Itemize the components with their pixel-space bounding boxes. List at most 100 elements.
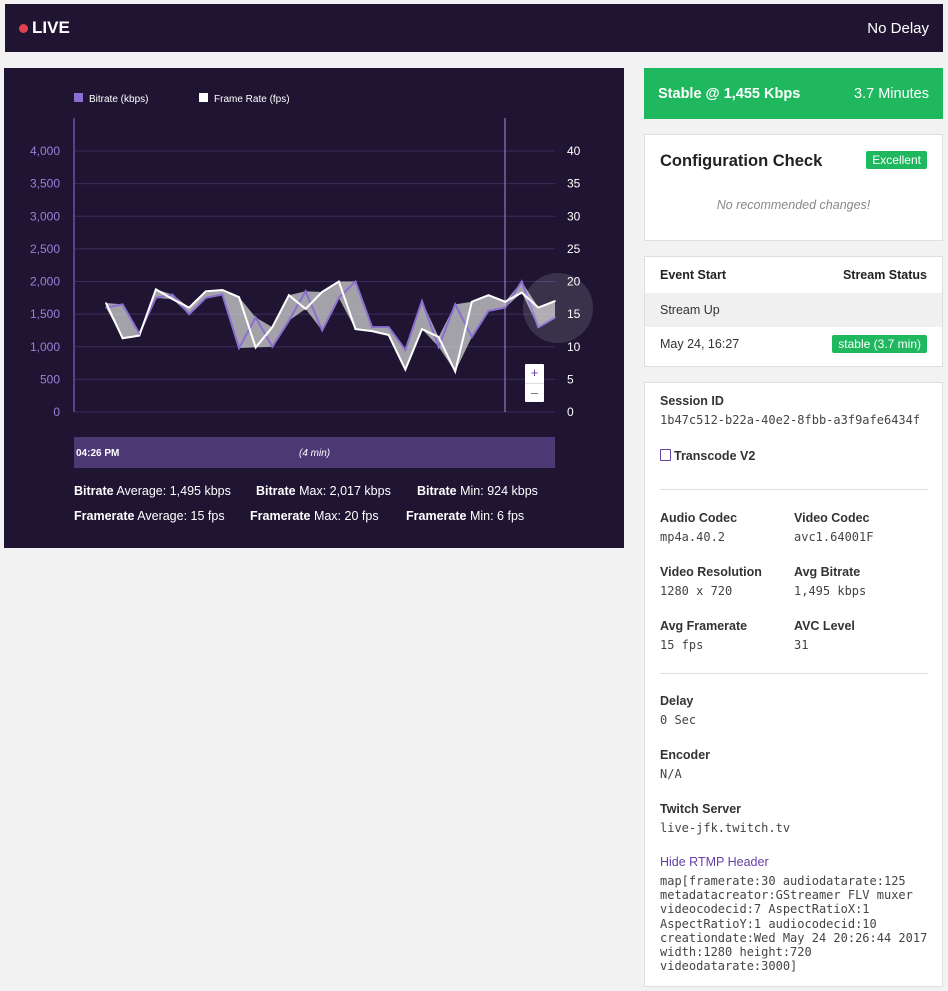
framerate-point — [288, 294, 290, 297]
bitrate-point — [121, 303, 124, 306]
y-right-tick-label: 30 — [567, 209, 581, 223]
stream-health-chart: 0 500 1,000 1,500 2,000 2,500 3,000 3,500 4,000 0… — [4, 68, 624, 548]
framerate-point — [421, 328, 423, 330]
bitrate-point — [387, 326, 390, 328]
framerate-point — [221, 289, 224, 291]
y-left-tick-label: 0 — [53, 405, 60, 419]
top-bar: LIVE No Delay — [5, 4, 943, 52]
stat-framerate-avg: Framerate Average: 15 fps — [74, 509, 225, 523]
framerate-point — [504, 300, 506, 303]
avg-bitrate-label: Avg Bitrate — [794, 565, 861, 579]
framerate-point — [271, 326, 274, 328]
status-badge: stable (3.7 min) — [832, 335, 927, 353]
framerate-point — [321, 291, 323, 293]
config-check-message: No recommended changes! — [716, 198, 871, 212]
framerate-point — [487, 294, 490, 297]
audio-codec-label: Audio Codec — [660, 511, 738, 525]
bitrate-point — [404, 349, 407, 351]
bitrate-point — [304, 290, 307, 293]
framerate-point — [105, 302, 107, 304]
bitrate-point — [471, 336, 473, 338]
stat-bitrate-avg: Bitrate Average: 1,495 kbps — [74, 484, 231, 498]
bitrate-point — [171, 293, 174, 296]
event-table-header: Event Start Stream Status — [645, 257, 942, 293]
avc-level-value: 31 — [794, 638, 809, 652]
y-right-tick-label: 40 — [567, 144, 581, 158]
bitrate-point — [138, 332, 141, 335]
bitrate-point — [155, 297, 157, 299]
transcode-label: Transcode V2 — [660, 449, 755, 463]
legend-label: Frame Rate (fps) — [214, 94, 290, 105]
bitrate-point — [371, 326, 373, 328]
y-right-tick-label: 10 — [567, 340, 581, 354]
stat-bitrate-max: Bitrate Max: 2,017 kbps — [256, 484, 391, 498]
framerate-point — [371, 330, 373, 332]
avg-bitrate-value: 1,495 kbps — [794, 584, 867, 598]
rtmp-line: width:1280 height:720 — [660, 945, 812, 960]
bitrate-point — [288, 319, 290, 322]
bitrate-point — [487, 310, 490, 312]
divider — [660, 489, 928, 490]
rtmp-line: creationdate:Wed May 24 20:26:44 2017 — [660, 930, 928, 945]
session-details-card: Session ID 1b47c512-b22a-40e2-8fbb-a3f9a… — [644, 382, 943, 987]
y-left-tick-label: 1,500 — [30, 307, 60, 321]
delay-value: 0 Sec — [660, 713, 697, 727]
stream-status-bar: Stable @ 1,455 Kbps 3.7 Minutes — [644, 68, 943, 119]
rtmp-line: videodatarate:3000] — [660, 959, 798, 974]
y-left-tick-label: 4,000 — [30, 144, 60, 158]
framerate-point — [454, 370, 457, 373]
y-right-tick-label: 5 — [567, 372, 574, 386]
zoom-highlight — [523, 273, 593, 343]
stat-bitrate-min: Bitrate Min: 924 kbps — [417, 484, 538, 498]
resolution-label: Video Resolution — [660, 565, 762, 579]
y-left-tick-label: 3,500 — [30, 177, 60, 191]
bitrate-point — [454, 303, 457, 306]
framerate-point — [387, 334, 390, 336]
bitrate-point — [271, 345, 274, 348]
encoder-label: Encoder — [660, 748, 711, 762]
event-cell: May 24, 16:27 — [660, 337, 740, 351]
bitrate-point — [188, 313, 190, 315]
y-right-tick-label: 35 — [567, 177, 581, 191]
timeline-start: 04:26 PM — [76, 448, 120, 459]
stream-status-text: Stable @ 1,455 Kbps — [658, 85, 801, 102]
bitrate-point — [338, 297, 340, 299]
stream-duration: 3.7 Minutes — [854, 85, 929, 102]
rtmp-header: map[framerate:30 audiodatarate:125 metad… — [660, 874, 935, 973]
live-indicator: LIVE — [19, 18, 70, 38]
framerate-point — [171, 298, 174, 300]
table-row: May 24, 16:27 stable (3.7 min) — [645, 327, 942, 361]
bitrate-point — [221, 293, 224, 296]
framerate-point — [204, 290, 207, 293]
hide-rtmp-header-link[interactable]: Hide RTMP Header — [660, 855, 769, 869]
bitrate-point — [204, 297, 207, 299]
framerate-point — [138, 334, 141, 337]
event-table: Event Start Stream Status Stream Up May … — [644, 256, 943, 367]
zoom-in-button[interactable]: + — [525, 364, 544, 383]
framerate-point — [471, 300, 473, 303]
y-left-tick-label: 2,000 — [30, 275, 60, 289]
col-stream-status: Stream Status — [842, 268, 927, 282]
bitrate-point — [254, 316, 257, 319]
zoom-out-button[interactable]: – — [525, 383, 544, 402]
framerate-point — [437, 336, 440, 338]
bitrate-point — [437, 345, 440, 348]
twitch-icon — [660, 449, 671, 461]
y-left-tick-label: 3,000 — [30, 209, 60, 223]
delay-label: Delay — [660, 694, 694, 708]
config-check-title: Configuration Check — [660, 152, 823, 170]
timeline-duration: (4 min) — [299, 448, 331, 459]
framerate-point — [354, 328, 357, 330]
legend-label: Bitrate (kbps) — [89, 94, 148, 105]
framerate-point — [155, 288, 157, 291]
framerate-point — [238, 296, 240, 298]
config-check-badge: Excellent — [866, 151, 927, 169]
live-label: LIVE — [32, 18, 70, 37]
configuration-check-card: Configuration Check Excellent No recomme… — [644, 134, 943, 241]
y-left-tick-label: 2,500 — [30, 242, 60, 256]
delay-label: No Delay — [867, 19, 929, 37]
timeline-bar[interactable]: 04:26 PM (4 min) — [74, 437, 555, 468]
bitrate-point — [105, 306, 107, 309]
bitrate-point — [421, 300, 423, 302]
rtmp-line: videocodecid:7 AspectRatioX:1 — [660, 902, 870, 917]
